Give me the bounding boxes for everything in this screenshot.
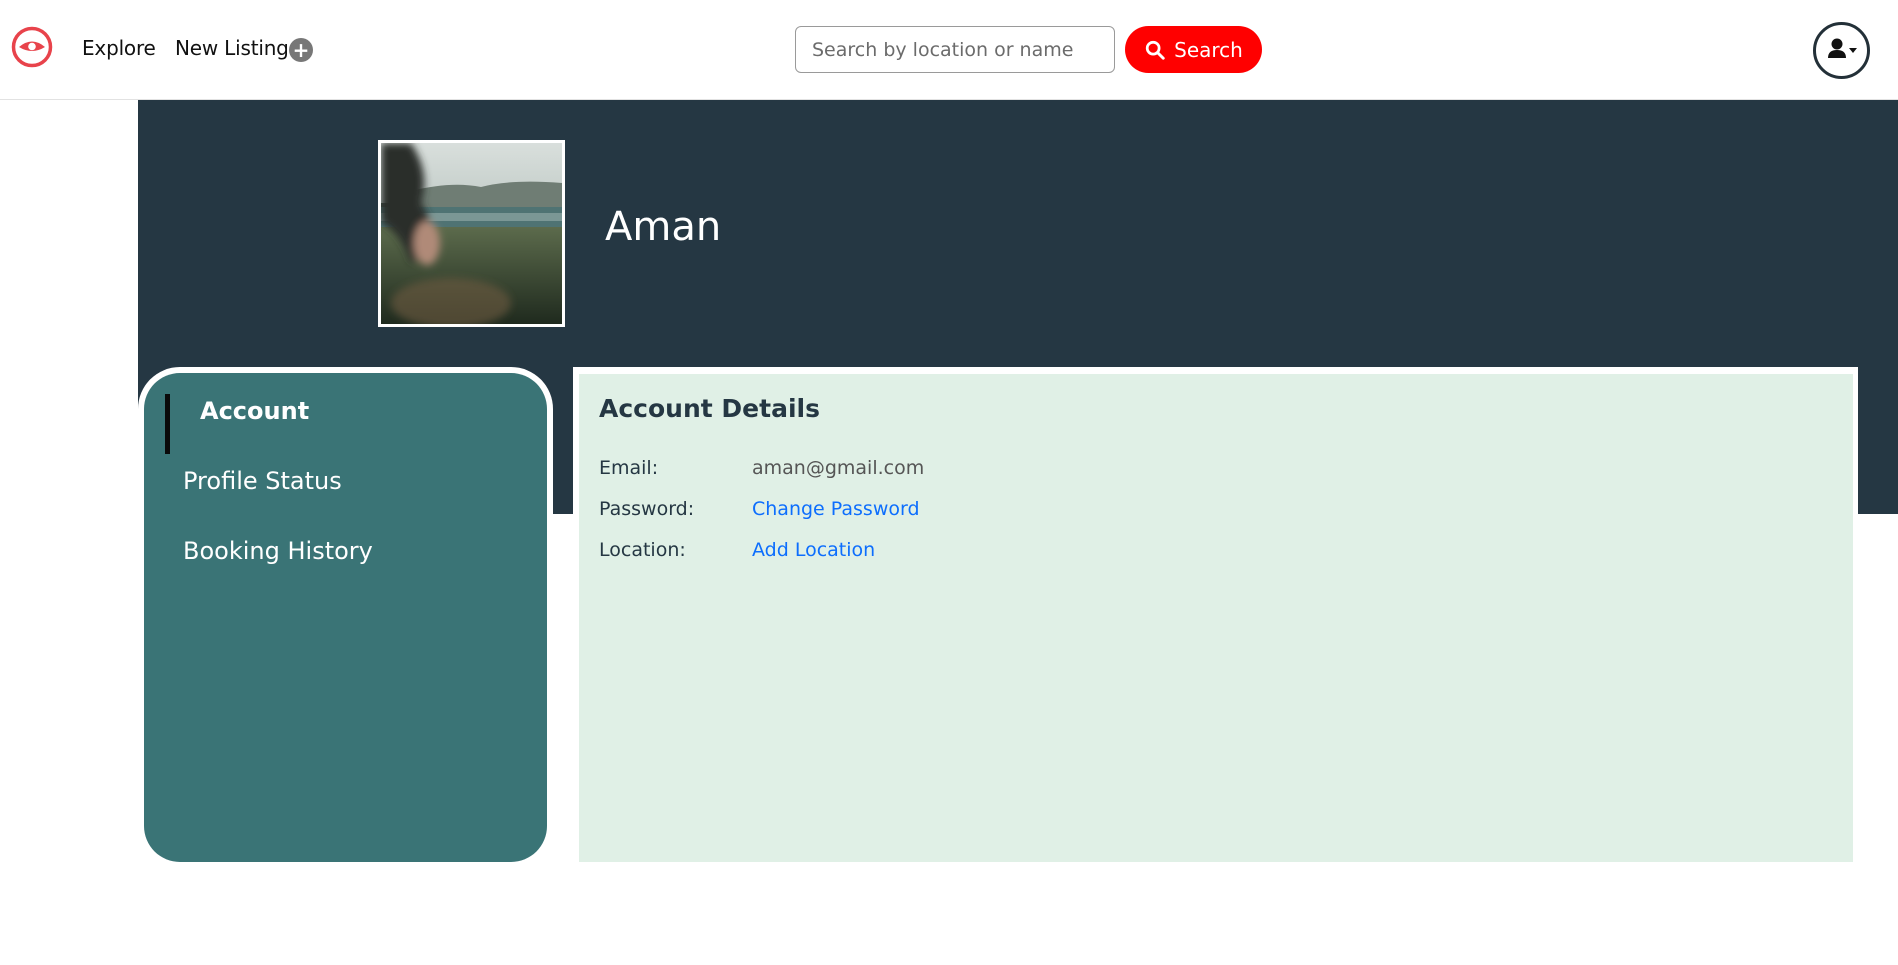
search-icon [1145,40,1165,60]
sidebar-item-account[interactable]: Account [200,397,309,425]
location-label: Location: [599,539,686,561]
account-details-panel [579,374,1853,862]
password-label: Password: [599,498,695,520]
search-button[interactable]: Search [1125,26,1262,73]
search-input[interactable] [795,26,1115,73]
profile-photo [378,140,565,327]
profile-name: Aman [605,204,722,250]
top-navbar: Explore New Listing + Search [0,0,1898,100]
plus-circle-icon[interactable]: + [289,38,313,62]
account-details-title: Account Details [599,394,820,423]
user-dropdown-icon [1828,38,1857,58]
email-value: aman@gmail.com [752,457,925,479]
sidebar-item-profile-status[interactable]: Profile Status [183,467,342,495]
sidebar-item-booking-history[interactable]: Booking History [183,537,373,565]
change-password-link[interactable]: Change Password [752,498,920,520]
nav-explore-link[interactable]: Explore [82,36,156,60]
account-sidebar [144,373,547,862]
eye-logo-icon[interactable] [10,24,54,70]
nav-new-listing-link[interactable]: New Listing [175,36,289,60]
email-label: Email: [599,457,659,479]
add-location-link[interactable]: Add Location [752,539,875,561]
active-indicator [165,394,170,454]
search-button-label: Search [1174,37,1243,62]
user-menu-button[interactable] [1813,22,1870,79]
